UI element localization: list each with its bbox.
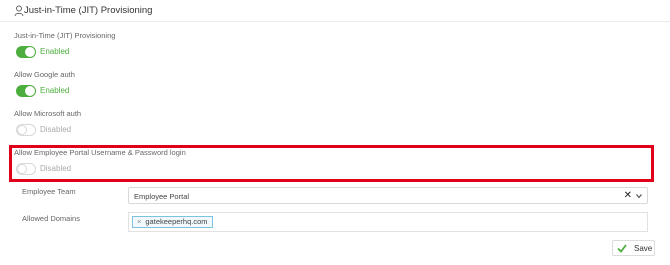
chevron-down-icon[interactable] [636, 193, 642, 199]
domain-tag: × gatekeeperhq.com [132, 216, 213, 228]
employee-portal-login-toggle[interactable] [16, 163, 36, 175]
microsoft-auth-label: Allow Microsoft auth [14, 109, 82, 118]
toggle-knob [25, 86, 35, 96]
section-header: Just-in-Time (JIT) Provisioning [0, 0, 670, 22]
jit-provisioning-label: Just-in-Time (JIT) Provisioning [14, 31, 116, 40]
remove-tag-icon[interactable]: × [137, 217, 141, 226]
employee-team-select[interactable]: Employee Portal ✕ [128, 187, 648, 204]
toggle-knob [17, 125, 27, 135]
employee-team-label: Employee Team [22, 187, 76, 196]
employee-portal-login-state: Disabled [40, 164, 72, 173]
allowed-domains-input[interactable]: × gatekeeperhq.com [128, 212, 648, 232]
employee-portal-login-label: Allow Employee Portal Username & Passwor… [14, 148, 186, 157]
check-icon [617, 244, 627, 253]
toggle-knob [25, 47, 35, 57]
allowed-domains-label: Allowed Domains [22, 214, 80, 223]
google-auth-state: Enabled [40, 86, 70, 95]
clear-icon[interactable]: ✕ [624, 190, 632, 201]
microsoft-auth-state: Disabled [40, 125, 72, 134]
section-title: Just-in-Time (JIT) Provisioning [24, 5, 153, 16]
jit-provisioning-toggle[interactable] [16, 46, 36, 58]
domain-tag-label: gatekeeperhq.com [145, 217, 208, 226]
user-icon [14, 5, 24, 17]
toggle-knob [17, 164, 27, 174]
save-button-label: Save [634, 244, 653, 253]
google-auth-label: Allow Google auth [14, 70, 75, 79]
employee-team-value: Employee Portal [134, 192, 190, 201]
google-auth-toggle[interactable] [16, 85, 36, 97]
jit-provisioning-state: Enabled [40, 47, 70, 56]
microsoft-auth-toggle[interactable] [16, 124, 36, 136]
save-button[interactable]: Save [612, 240, 655, 256]
